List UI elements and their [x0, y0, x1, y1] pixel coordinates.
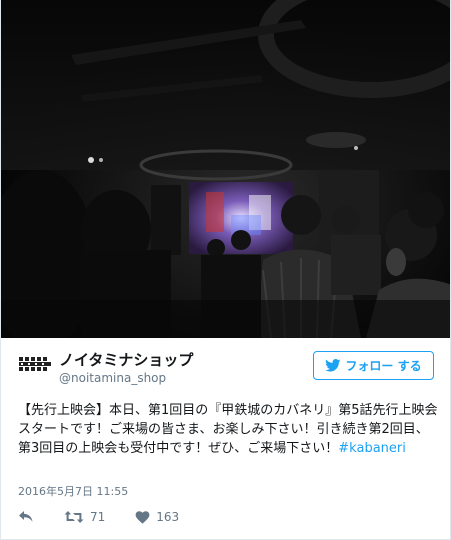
author-name[interactable]: ノイタミナショップ	[59, 349, 193, 370]
like-button[interactable]: 163	[135, 510, 179, 524]
tweet-card: ノイタミナショップ @noitamina_shop フォロー する 【先行上映会…	[0, 0, 451, 540]
follow-button[interactable]: フォロー する	[313, 351, 434, 380]
reply-button[interactable]	[18, 510, 34, 524]
follow-button-label: フォロー する	[345, 359, 422, 373]
tweet-timestamp[interactable]: 2016年5月7日 11:55	[18, 483, 128, 499]
retweet-icon	[64, 511, 84, 523]
author-handle[interactable]: @noitamina_shop	[59, 371, 166, 385]
noitamina-logo-icon[interactable]	[18, 356, 52, 372]
hashtag-link[interactable]: #kabaneri	[338, 441, 406, 456]
retweet-button[interactable]: 71	[64, 510, 105, 524]
twitter-bird-icon	[325, 359, 341, 372]
like-count: 163	[156, 510, 180, 524]
theater-photo-image	[1, 0, 450, 338]
tweet-photo[interactable]	[1, 0, 450, 338]
tweet-actions: 71 163	[18, 508, 179, 526]
reply-icon	[19, 511, 33, 522]
retweet-count: 71	[90, 510, 106, 524]
tweet-text: 【先行上映会】本日、第1回目の『甲鉄城のカバネリ』第5話先行上映会スタートです！…	[18, 401, 438, 458]
tweet-header: ノイタミナショップ @noitamina_shop フォロー する	[1, 338, 450, 394]
heart-icon	[135, 511, 150, 524]
